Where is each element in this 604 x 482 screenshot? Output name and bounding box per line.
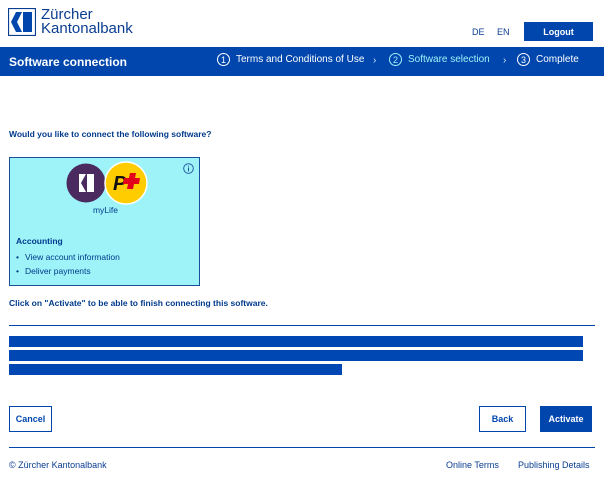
zkb-logo-icon xyxy=(8,8,36,36)
list-item: View account information xyxy=(16,250,120,264)
step-number: 3 xyxy=(517,53,530,66)
zkb-logo: Zürcher Kantonalbank xyxy=(8,7,133,37)
info-icon[interactable] xyxy=(183,163,194,174)
connect-question: Would you like to connect the following … xyxy=(9,129,212,139)
logout-button[interactable]: Logout xyxy=(524,22,593,41)
redacted-text-line xyxy=(9,336,583,347)
step-terms: 1 Terms and Conditions of Use xyxy=(217,53,364,66)
brand-name: Zürcher Kantonalbank xyxy=(41,7,133,37)
redacted-text-line xyxy=(9,350,583,361)
zkb-app-logo xyxy=(66,163,106,203)
copyright: © Zürcher Kantonalbank xyxy=(9,460,107,470)
permission-list: View account information Deliver payment… xyxy=(16,250,120,278)
online-terms-link[interactable]: Online Terms xyxy=(446,460,499,470)
footer-divider xyxy=(9,447,595,448)
step-label: Software selection xyxy=(408,54,490,65)
language-de-link[interactable]: DE xyxy=(472,27,485,37)
postfinance-logo: P xyxy=(104,161,148,205)
redacted-text-line xyxy=(9,364,342,375)
chevron-right-icon: › xyxy=(373,55,377,66)
permission-group-title: Accounting xyxy=(16,236,63,246)
step-software-selection: 2 Software selection xyxy=(389,53,490,66)
software-card[interactable]: P myLife Accounting View account informa… xyxy=(9,157,200,286)
step-number: 2 xyxy=(389,53,402,66)
step-label: Complete xyxy=(536,54,579,65)
activate-button[interactable]: Activate xyxy=(540,406,592,432)
step-label: Terms and Conditions of Use xyxy=(236,54,365,65)
cancel-button[interactable]: Cancel xyxy=(9,406,52,432)
brand-line-2: Kantonalbank xyxy=(41,20,133,37)
back-button[interactable]: Back xyxy=(479,406,526,432)
activate-hint: Click on "Activate" to be able to finish… xyxy=(9,298,268,308)
publishing-details-link[interactable]: Publishing Details xyxy=(518,460,590,470)
page-title: Software connection xyxy=(9,55,128,69)
divider xyxy=(9,325,595,326)
list-item: Deliver payments xyxy=(16,264,120,278)
title-bar: Software connection 1 Terms and Conditio… xyxy=(0,47,604,76)
language-en-link[interactable]: EN xyxy=(497,27,510,37)
step-complete: 3 Complete xyxy=(517,53,579,66)
app-name: myLife xyxy=(92,205,119,215)
chevron-right-icon: › xyxy=(503,55,507,66)
step-number: 1 xyxy=(217,53,230,66)
